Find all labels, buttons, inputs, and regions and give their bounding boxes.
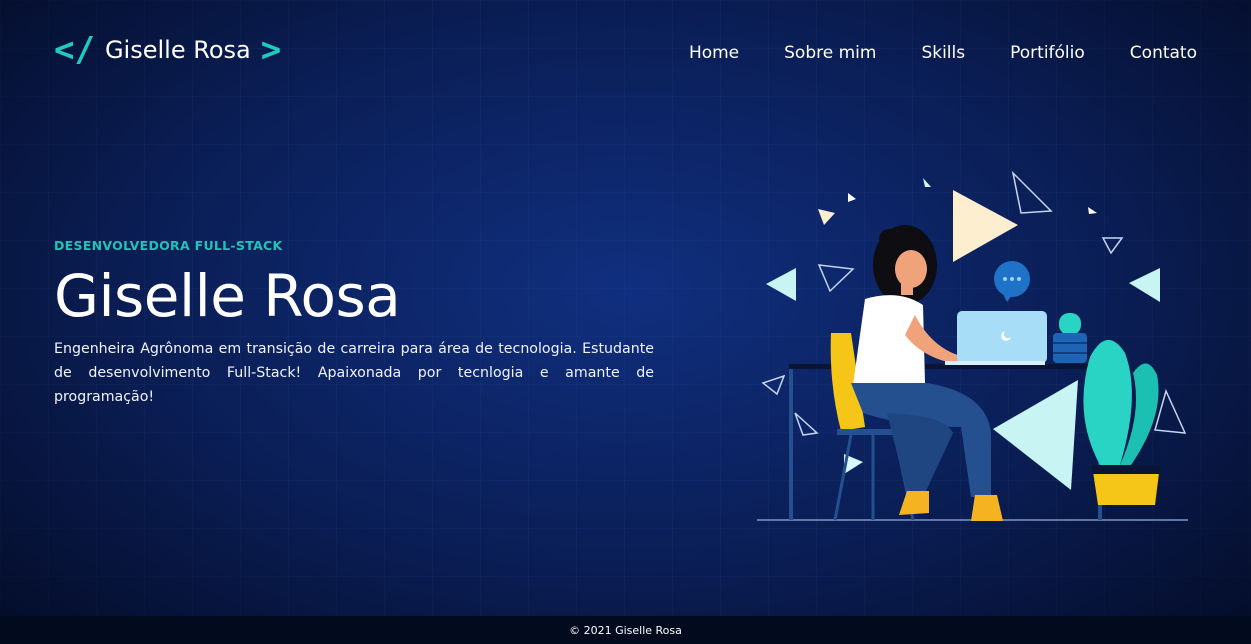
plant-pot xyxy=(1083,339,1160,505)
nav-contato[interactable]: Contato xyxy=(1130,43,1197,63)
copyright-text: © 2021 Giselle Rosa xyxy=(569,623,682,637)
hero-description: Engenheira Agrônoma em transição de carr… xyxy=(54,341,654,405)
cactus-pot xyxy=(1053,313,1087,363)
logo-open-bracket: </ xyxy=(54,30,95,70)
nav-portifolio[interactable]: Portifólio xyxy=(1010,43,1085,63)
logo-close-bracket: > xyxy=(260,30,282,70)
site-footer: © 2021 Giselle Rosa xyxy=(0,616,1251,644)
hero-text: DESENVOLVEDORA FULL-STACK Giselle Rosa E… xyxy=(54,238,654,409)
laptop-icon xyxy=(945,311,1047,365)
logo[interactable]: </ Giselle Rosa > xyxy=(54,33,281,67)
developer-illustration xyxy=(757,170,1188,521)
nav-home[interactable]: Home xyxy=(689,43,739,63)
nav-skills[interactable]: Skills xyxy=(921,43,965,63)
logo-text: Giselle Rosa xyxy=(104,36,251,64)
hero-subtitle: DESENVOLVEDORA FULL-STACK xyxy=(54,238,283,253)
chat-bubble-icon xyxy=(994,261,1030,302)
nav-sobre-mim[interactable]: Sobre mim xyxy=(784,43,876,63)
site-header: </ Giselle Rosa > Home Sobre mim Skills … xyxy=(54,28,1197,72)
hero-name: Giselle Rosa xyxy=(54,262,401,330)
main-nav: Home Sobre mim Skills Portifólio Contato xyxy=(689,43,1197,63)
